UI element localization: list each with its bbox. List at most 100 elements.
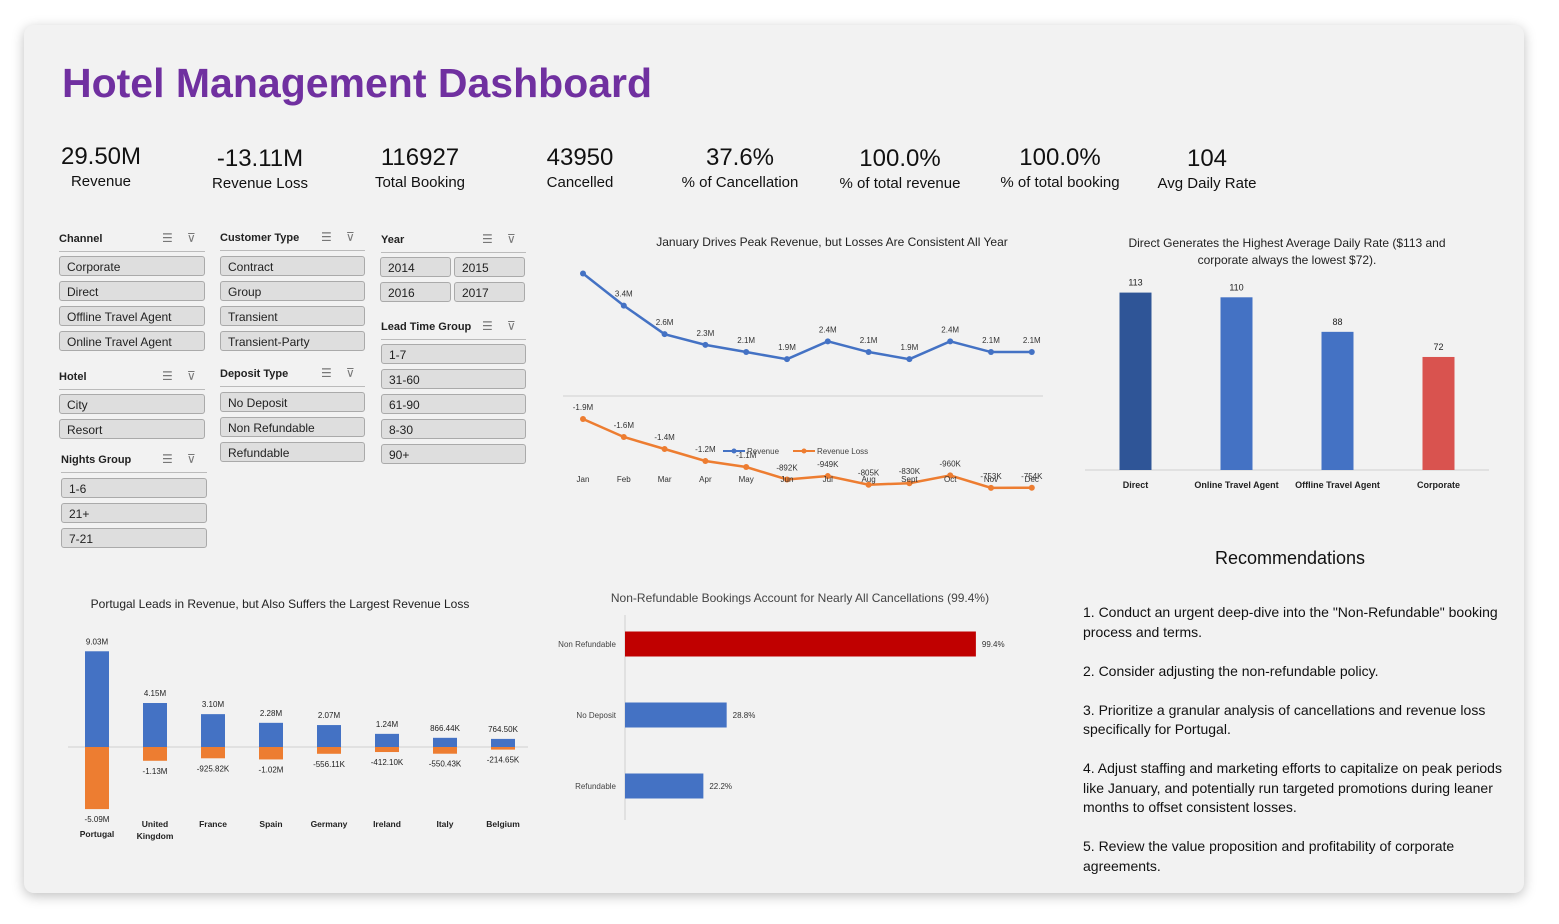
slicer-item[interactable]: Transient-Party <box>220 331 365 351</box>
slicer-item[interactable]: 90+ <box>381 444 526 464</box>
bar-revenue <box>317 725 341 747</box>
data-label: -949K <box>817 460 839 469</box>
clear-filter-icon[interactable]: ⊽ <box>346 230 355 244</box>
data-point <box>661 331 668 338</box>
slicer-item[interactable]: Offline Travel Agent <box>59 306 205 326</box>
data-label: 2.6M <box>656 318 674 327</box>
bar-revenue-loss <box>433 747 457 754</box>
kpi-cancelled: 43950 Cancelled <box>505 143 655 193</box>
data-label: -1.13M <box>143 767 168 776</box>
bar-revenue <box>143 703 167 747</box>
recommendation-item: 5. Review the value proposition and prof… <box>1083 838 1455 874</box>
slicer-item[interactable]: Corporate <box>59 256 205 276</box>
x-tick-label: Sept <box>901 475 918 484</box>
multi-select-icon[interactable]: ☰ <box>162 231 173 245</box>
kpi-value: 116927 <box>380 144 460 171</box>
bar-revenue <box>259 722 283 747</box>
multi-select-icon[interactable]: ☰ <box>162 452 173 466</box>
data-label: 2.1M <box>860 336 878 345</box>
slicer-item[interactable]: Group <box>220 281 365 301</box>
data-label: 1.24M <box>376 720 399 729</box>
slicer-item[interactable]: Direct <box>59 281 205 301</box>
x-tick-label: Jun <box>781 475 794 484</box>
multi-select-icon[interactable]: ☰ <box>321 230 332 244</box>
kpi-value: 37.6% <box>705 144 775 171</box>
data-label: -1.2M <box>695 445 716 454</box>
data-point <box>620 434 627 440</box>
kpi-value: 43950 <box>546 144 614 171</box>
deposit-chart-title: Non-Refundable Bookings Account for Near… <box>610 591 990 605</box>
kpi-value: 29.50M <box>60 143 142 170</box>
data-point <box>580 416 586 422</box>
x-tick-label: Offline Travel Agent <box>1295 480 1380 490</box>
revenue-by-country-bar-chart: 9.03M -5.09M Portugal 4.15M -1.13M United King… <box>68 637 528 841</box>
slicer-item[interactable]: Non Refundable <box>220 417 365 437</box>
kpi-revenue: 29.50M Revenue <box>26 142 176 192</box>
multi-select-icon[interactable]: ☰ <box>321 366 332 380</box>
clear-filter-icon[interactable]: ⊽ <box>187 231 196 245</box>
y-tick-label: Non Refundable <box>558 640 616 649</box>
slicer-item[interactable]: 2016 <box>380 282 451 302</box>
data-label: -550.43K <box>429 760 462 769</box>
recommendation-item: 1. Conduct an urgent deep-dive into the … <box>1083 604 1498 640</box>
slicer-item[interactable]: Online Travel Agent <box>59 331 205 351</box>
slicer-item[interactable]: 2014 <box>380 257 451 277</box>
bar <box>625 702 727 728</box>
slicer-item[interactable]: 2015 <box>454 257 525 277</box>
slicer-item[interactable]: Refundable <box>220 442 365 462</box>
slicer-item[interactable]: 61-90 <box>381 394 526 414</box>
slicer-item[interactable]: 31-60 <box>381 369 526 389</box>
kpi-label: Avg Daily Rate <box>1157 175 1257 192</box>
data-point <box>947 338 954 345</box>
bar-revenue <box>433 737 457 747</box>
data-point <box>988 349 994 356</box>
slicer-item[interactable]: 8-30 <box>381 419 526 439</box>
bar <box>625 773 704 799</box>
slicer-item[interactable]: 1-7 <box>381 344 526 364</box>
data-point <box>661 446 668 452</box>
clear-filter-icon[interactable]: ⊽ <box>187 452 196 466</box>
kpi-value: 100.0% <box>859 145 941 172</box>
kpi-label: % of Cancellation <box>681 174 799 191</box>
data-point <box>1028 349 1035 356</box>
recommendations-title: Recommendations <box>1214 548 1366 568</box>
slicer-item[interactable]: City <box>59 394 205 414</box>
data-point <box>743 464 750 470</box>
slicer-item[interactable]: 1-6 <box>61 478 207 498</box>
slicer-item[interactable]: Resort <box>59 419 205 439</box>
slicer-item[interactable]: 2017 <box>454 282 525 302</box>
clear-filter-icon[interactable]: ⊽ <box>187 369 196 383</box>
slicer-item[interactable]: Transient <box>220 306 365 326</box>
data-label: 3.4M <box>615 290 633 299</box>
x-tick-label: Mar <box>658 475 672 484</box>
slicer-customer-header: Customer Type ☰ ⊽ <box>220 230 365 251</box>
line-chart-title: January Drives Peak Revenue, but Losses … <box>656 235 1008 249</box>
legend-label: Revenue <box>747 447 780 456</box>
slicer-title: Lead Time Group <box>381 321 472 333</box>
data-point <box>988 484 994 491</box>
slicer-item[interactable]: 7-21 <box>61 528 207 548</box>
bar-revenue-loss <box>201 747 225 759</box>
clear-filter-icon[interactable]: ⊽ <box>507 319 516 333</box>
kpi-total-booking: 116927 Total Booking <box>345 143 495 193</box>
data-point <box>865 349 872 356</box>
bar-revenue <box>201 714 225 747</box>
data-point <box>906 356 913 363</box>
clear-filter-icon[interactable]: ⊽ <box>507 232 516 246</box>
clear-filter-icon[interactable]: ⊽ <box>346 366 355 380</box>
country-chart-title: Portugal Leads in Revenue, but Also Suff… <box>90 597 470 611</box>
multi-select-icon[interactable]: ☰ <box>162 369 173 383</box>
data-label: -556.11K <box>313 760 346 769</box>
multi-select-icon[interactable]: ☰ <box>482 232 493 246</box>
slicer-deposit-header: Deposit Type ☰ ⊽ <box>220 366 365 387</box>
slicer-item[interactable]: 21+ <box>61 503 207 523</box>
slicer-item[interactable]: No Deposit <box>220 392 365 412</box>
adr-by-channel-bar-chart: 113 Direct 110 Online Travel Agent 88 Offline… <box>1085 278 1489 490</box>
slicer-item[interactable]: Contract <box>220 256 365 276</box>
data-label: 3.10M <box>202 700 225 709</box>
data-label: -1.4M <box>654 433 675 442</box>
bar <box>1321 331 1354 470</box>
multi-select-icon[interactable]: ☰ <box>482 319 493 333</box>
data-label: 4.15M <box>144 689 167 698</box>
data-label: -412.10K <box>371 758 404 767</box>
